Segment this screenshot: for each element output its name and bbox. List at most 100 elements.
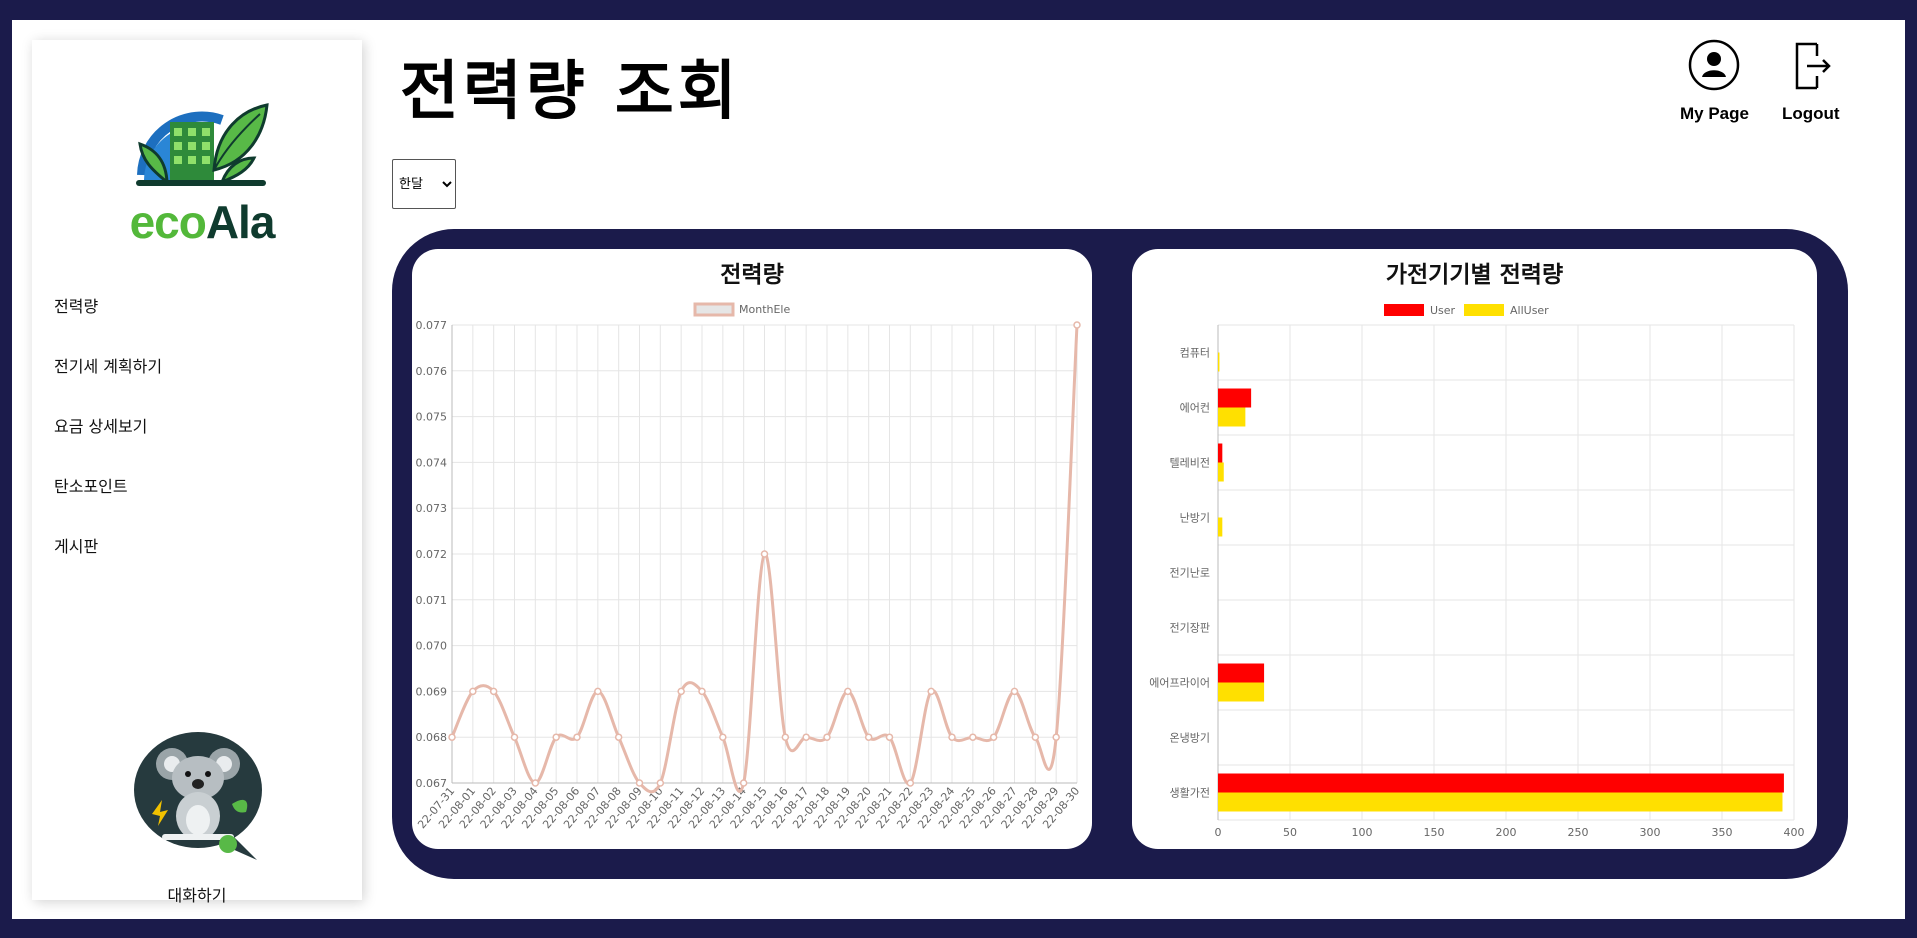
logout-button[interactable]: Logout (1782, 38, 1840, 124)
data-point (489, 687, 498, 696)
x-tick-label: 300 (1640, 826, 1661, 839)
bar-user (1218, 443, 1223, 463)
mypage-label: My Page (1680, 104, 1749, 123)
chat-label[interactable]: 대화하기 (32, 882, 362, 906)
data-point (698, 687, 706, 696)
y-tick-label: 컴퓨터 (1180, 347, 1210, 360)
y-tick-label: 0.070 (416, 640, 448, 653)
bar-alluser (1218, 462, 1224, 482)
page-title: 전력량 조회 (400, 55, 741, 129)
y-tick-label: 에어컨 (1180, 402, 1210, 415)
data-point (781, 733, 790, 741)
bar-user (1218, 773, 1784, 793)
data-point (719, 733, 727, 741)
y-tick-label: 온냉방기 (1170, 732, 1210, 745)
mypage-button[interactable]: My Page (1680, 38, 1749, 124)
data-point (552, 733, 560, 741)
data-point (802, 733, 810, 741)
bar-alluser (1218, 407, 1246, 427)
sidebar: ecoAla 전력량 전기세 계획하기 요금 상세보기 탄소포인트 게시판 대화… (32, 40, 362, 905)
x-tick-label: 250 (1568, 826, 1589, 839)
data-point (510, 733, 519, 741)
bar-alluser (1218, 792, 1783, 812)
data-point (573, 733, 581, 741)
bar-alluser (1218, 682, 1265, 702)
x-tick-label: 150 (1424, 826, 1445, 839)
bar-alluser (1218, 352, 1220, 372)
y-tick-label: 0.067 (416, 777, 448, 790)
y-tick-label: 0.073 (416, 502, 448, 515)
data-point (969, 733, 977, 741)
sidebar-nav: 전력량 전기세 계획하기 요금 상세보기 탄소포인트 게시판 (54, 298, 162, 598)
y-tick-label: 0.075 (416, 411, 448, 424)
sidebar-item-fee-detail[interactable]: 요금 상세보기 (54, 418, 162, 478)
bar-alluser (1218, 517, 1223, 537)
x-tick-label: 50 (1283, 826, 1297, 839)
data-point (989, 733, 998, 741)
legend-swatch-monthele (693, 302, 735, 317)
data-point (614, 733, 623, 741)
data-point (948, 733, 956, 741)
legend-label-monthele: MonthEle (739, 303, 790, 316)
sidebar-item-bill-plan[interactable]: 전기세 계획하기 (54, 358, 162, 418)
y-tick-label: 0.077 (416, 319, 448, 332)
data-point (448, 733, 456, 741)
logo-text-eco: eco (129, 196, 207, 248)
y-tick-label: 전기난로 (1170, 567, 1210, 580)
data-point (906, 779, 915, 787)
sidebar-item-carbon-point[interactable]: 탄소포인트 (54, 478, 162, 538)
logout-label: Logout (1782, 104, 1840, 123)
bar-chart: User AllUser 0 50 100 150 200 250 300 350 400 컴퓨터에어… (1149, 304, 1805, 839)
line-chart-card: 전력량 MonthEle 0.077 0.076 0.075 0.074 0.073 0.0… (412, 249, 1092, 849)
data-point (864, 733, 873, 741)
y-tick-label: 텔레비전 (1170, 457, 1210, 470)
y-tick-label: 난방기 (1180, 512, 1210, 525)
logout-icon (1795, 42, 1831, 90)
x-tick-label: 400 (1784, 826, 1805, 839)
y-tick-label: 생활가전 (1170, 786, 1210, 800)
bar-user (1218, 663, 1265, 683)
y-tick-label: 0.068 (416, 731, 448, 744)
data-point (1010, 687, 1019, 696)
period-select[interactable]: 한달 (392, 159, 456, 209)
data-point (531, 779, 540, 787)
data-point (1031, 733, 1040, 741)
app-logo[interactable]: ecoAla (122, 100, 282, 250)
logo-text-ala: Ala (205, 196, 276, 248)
data-point (677, 687, 685, 696)
legend-label-alluser: AllUser (1510, 304, 1549, 317)
x-tick-label: 200 (1496, 826, 1517, 839)
line-chart-title: 전력량 (720, 262, 784, 288)
user-icon (1689, 39, 1740, 91)
data-point (823, 733, 831, 741)
y-tick-label: 0.071 (416, 594, 448, 607)
legend-swatch-alluser (1464, 304, 1504, 316)
data-point (656, 779, 665, 787)
logo-graphic (136, 103, 269, 186)
data-point (760, 550, 769, 558)
chatbot-koala-icon[interactable] (132, 730, 264, 865)
sidebar-item-power[interactable]: 전력량 (54, 298, 162, 358)
data-point (739, 779, 748, 787)
bar-user (1218, 388, 1252, 408)
x-tick-label: 0 (1215, 826, 1222, 839)
data-point (844, 687, 852, 696)
data-point (635, 779, 644, 787)
logo-text: ecoAla (122, 195, 282, 249)
y-tick-label: 0.076 (416, 365, 448, 378)
legend-swatch-user (1384, 304, 1424, 316)
y-tick-label: 0.072 (416, 548, 448, 561)
data-point (927, 687, 935, 696)
data-point (885, 733, 894, 741)
y-tick-label: 전기장판 (1170, 622, 1210, 635)
sidebar-item-board[interactable]: 게시판 (54, 538, 162, 598)
line-chart: MonthEle 0.077 0.076 0.075 0.074 0.073 0.072 0.… (415, 302, 1082, 831)
y-tick-label: 0.069 (416, 685, 448, 698)
data-point (469, 687, 477, 696)
x-tick-label: 100 (1352, 826, 1373, 839)
x-tick-label: 350 (1712, 826, 1733, 839)
y-tick-label: 0.074 (416, 456, 448, 469)
data-point (1052, 733, 1060, 741)
legend-label-user: User (1430, 304, 1456, 317)
data-point (594, 687, 602, 696)
